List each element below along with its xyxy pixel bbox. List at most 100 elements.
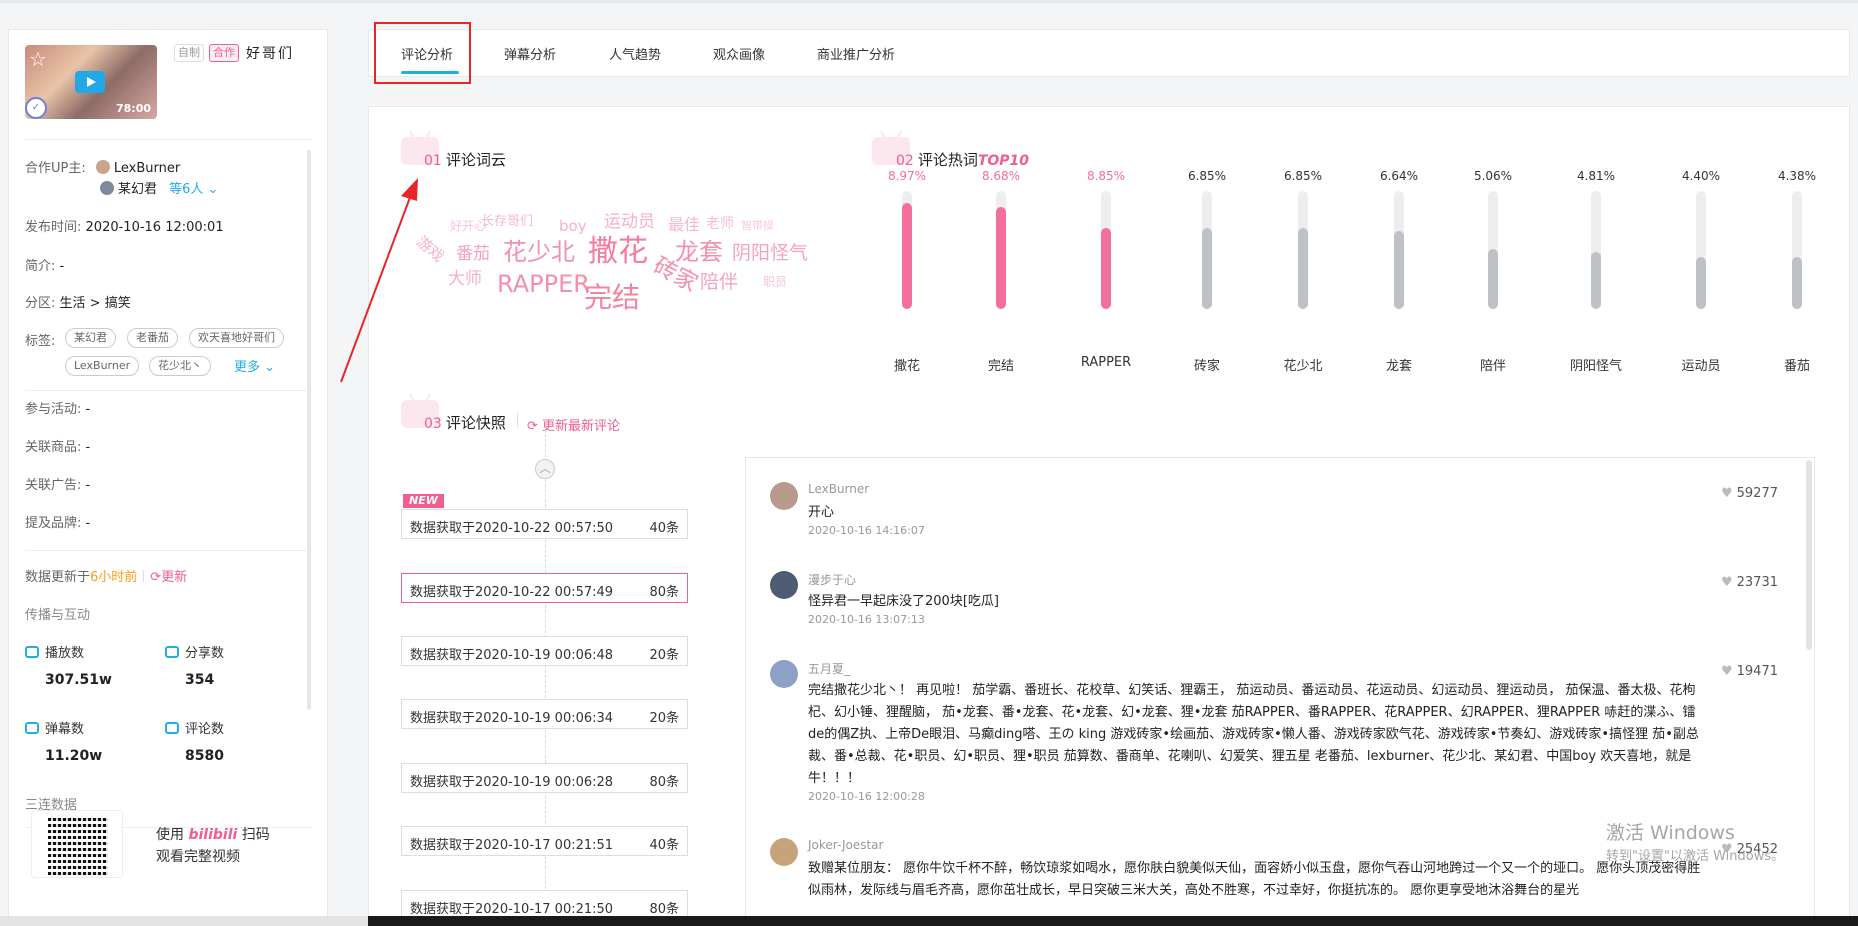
tab-popularity-trend[interactable]: 人气趋势 (609, 44, 661, 63)
snapshot-time: 数据获取于2020-10-19 00:06:34 (410, 711, 614, 726)
snapshot-count: 80条 (649, 585, 679, 600)
snapshot-time: 数据获取于2020-10-22 00:57:50 (410, 521, 614, 536)
bar-category-label: RAPPER (1080, 355, 1132, 370)
like-count[interactable]: ♥ 23731 (1721, 575, 1778, 590)
comment-time: 2020-10-16 12:00:28 (808, 790, 925, 803)
cloud-word: 撒花 (588, 234, 648, 269)
tags-more-link[interactable]: 更多 ⌄ (234, 356, 275, 375)
bar-category-label: 完结 (987, 359, 1014, 374)
snapshot-item[interactable]: 数据获取于2020-10-17 00:21:51 40条 (401, 826, 688, 856)
snapshot-item[interactable]: 数据获取于2020-10-22 00:57:49 80条 (401, 573, 688, 603)
bar-percent-label: 8.97% (887, 169, 927, 183)
snapshot-item[interactable]: 数据获取于2020-10-19 00:06:48 20条 (401, 636, 688, 666)
play-count-value: 307.51w (45, 672, 112, 688)
tag-pill[interactable]: 花少北丶 (149, 356, 211, 376)
bar[interactable] (1101, 228, 1111, 309)
bar[interactable] (1792, 257, 1802, 309)
avatar[interactable] (770, 571, 798, 599)
bar[interactable] (902, 203, 912, 309)
tag-pill[interactable]: LexBurner (65, 356, 140, 376)
activity-row: 参与活动: - (25, 402, 91, 417)
sidebar-scrollbar[interactable] (307, 150, 311, 710)
bar[interactable] (1488, 249, 1498, 309)
bar-percent-label: 4.81% (1576, 169, 1616, 183)
comment-username[interactable]: LexBurner (808, 482, 869, 496)
snapshot-count: 20条 (649, 648, 679, 663)
comment-count-value: 8580 (185, 748, 224, 764)
comment-username[interactable]: 漫步于心 (808, 571, 856, 588)
favorite-star-icon[interactable]: ☆ (29, 49, 47, 69)
video-thumbnail[interactable]: ☆ 78:00 ✓ (25, 45, 157, 119)
cloud-word: 番茄 (456, 244, 490, 264)
danmaku-count-value: 11.20w (45, 748, 103, 764)
cloud-word: boy (559, 217, 587, 235)
avatar[interactable] (770, 660, 798, 688)
bar-track (1202, 191, 1212, 309)
play-icon[interactable] (75, 71, 105, 93)
divider (25, 139, 313, 140)
bar-percent-label: 6.64% (1379, 169, 1419, 183)
video-title[interactable]: 好哥们 (246, 43, 294, 63)
heart-icon: ♥ (1720, 664, 1733, 679)
tag-pill[interactable]: 老番茄 (127, 328, 178, 348)
cloud-word: 智带操 (741, 219, 774, 232)
snapshot-time: 数据获取于2020-10-22 00:57:49 (410, 585, 614, 600)
bar[interactable] (1591, 252, 1601, 309)
up-name-1[interactable]: LexBurner (114, 161, 180, 176)
tab-audience-profile[interactable]: 观众画像 (713, 44, 765, 63)
comment-analysis-panel: 01 评论词云 02 评论热词TOP10 好开心 长存哥们 boy 运动员 最佳 老师 智带操游… (368, 106, 1850, 926)
bilibili-logo: bilibili (188, 827, 238, 843)
bar-percent-label: 6.85% (1187, 169, 1227, 183)
zone-row: 分区: 生活 > 搞笑 (25, 296, 131, 311)
snapshot-item[interactable]: 数据获取于2020-10-19 00:06:34 20条 (401, 699, 688, 729)
cloud-word: RAPPER (497, 270, 590, 298)
bar-track (996, 191, 1006, 309)
comment-count-label: 评论数 (165, 718, 224, 737)
snapshot-count: 80条 (649, 775, 679, 790)
up-name-2[interactable]: 某幻君 (118, 182, 157, 197)
bar[interactable] (1202, 228, 1212, 309)
taskbar (0, 916, 1858, 926)
bar-category-label: 撒花 (893, 359, 920, 374)
chevron-down-icon: ⌄ (264, 360, 276, 375)
bar[interactable] (1696, 257, 1706, 309)
comment-scrollbar[interactable] (1806, 460, 1812, 650)
scroll-up-button[interactable]: ︿ (535, 459, 555, 479)
bar[interactable] (996, 207, 1006, 309)
tab-danmaku-analysis[interactable]: 弹幕分析 (504, 44, 556, 63)
tag-pill[interactable]: 欢天喜地好哥们 (189, 328, 284, 348)
avatar[interactable] (770, 838, 798, 866)
top-border (0, 0, 1858, 3)
bar[interactable] (1298, 228, 1308, 309)
comment-time: 2020-10-16 13:07:13 (808, 613, 925, 626)
up-more-link[interactable]: 等6人 ⌄ (169, 182, 218, 197)
avatar (100, 181, 114, 195)
bar[interactable] (1394, 231, 1404, 309)
like-count[interactable]: ♥ 59277 (1721, 486, 1778, 501)
snapshot-count: 80条 (649, 902, 679, 917)
chevron-down-icon: ⌄ (207, 182, 219, 197)
bar-track (1488, 191, 1498, 309)
refresh-icon: ⟳ (527, 419, 538, 434)
bar-percent-label: 4.40% (1681, 169, 1721, 183)
bar-percent-label: 5.06% (1473, 169, 1513, 183)
like-count[interactable]: ♥ 19471 (1721, 664, 1778, 679)
cloud-word: 大师 (448, 269, 482, 289)
bar-percent-label: 6.85% (1283, 169, 1323, 183)
bar-category-label: 花少北 (1283, 359, 1323, 374)
cloud-word: 花少北 (503, 238, 575, 266)
refresh-comments-button[interactable]: ⟳ 更新最新评论 (527, 415, 620, 434)
refresh-icon: ⟳ (150, 570, 162, 585)
divider (25, 390, 313, 391)
video-info-sidebar: ☆ 78:00 ✓ 自制 合作 好哥们 合作UP主: LexBurner 某幻君… (8, 29, 328, 926)
tag-pill[interactable]: 某幻君 (65, 328, 116, 348)
tab-business-promotion[interactable]: 商业推广分析 (817, 44, 895, 63)
brand-row: 提及品牌: - (25, 516, 91, 531)
comment-username[interactable]: 五月夏_ (808, 660, 850, 677)
snapshot-item[interactable]: 数据获取于2020-10-22 00:57:50 40条 (401, 509, 688, 539)
avatar[interactable] (770, 482, 798, 510)
snapshot-item[interactable]: 数据获取于2020-10-19 00:06:28 80条 (401, 763, 688, 793)
comment-username[interactable]: Joker-Joestar (808, 838, 883, 852)
update-button[interactable]: ⟳更新 (150, 570, 187, 585)
avatar (95, 160, 110, 174)
